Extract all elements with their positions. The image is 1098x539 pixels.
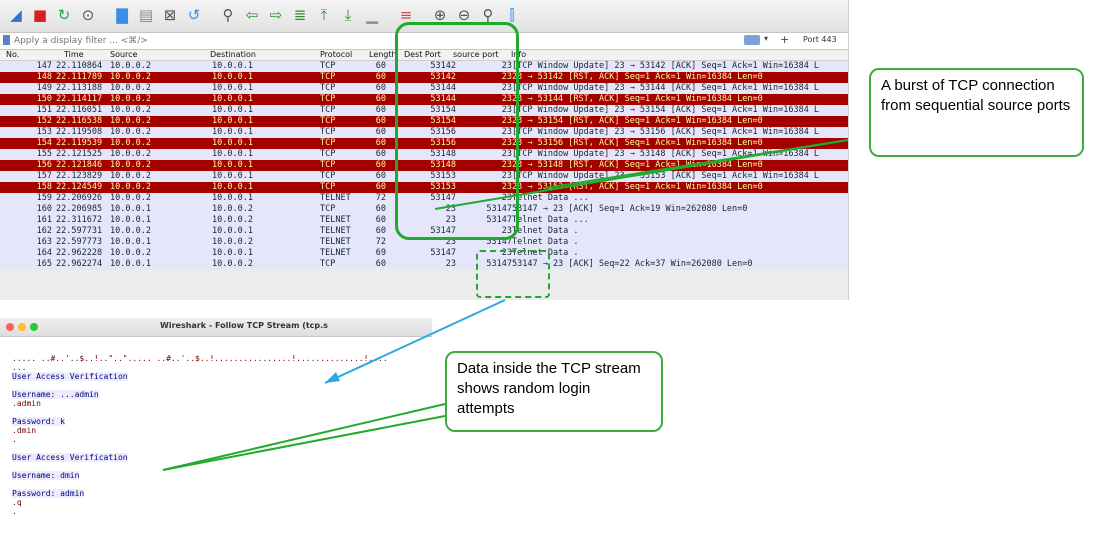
- data-pointer-line-2: [162, 415, 446, 471]
- dest-port-highlight: [395, 22, 519, 240]
- callout-data: Data inside the TCP stream shows random …: [445, 351, 663, 432]
- callout-burst: A burst of TCP connection from sequentia…: [869, 68, 1084, 157]
- stream-arrow-head-icon: [325, 372, 340, 383]
- source-port-highlight: [476, 250, 550, 298]
- data-pointer-line: [162, 403, 446, 471]
